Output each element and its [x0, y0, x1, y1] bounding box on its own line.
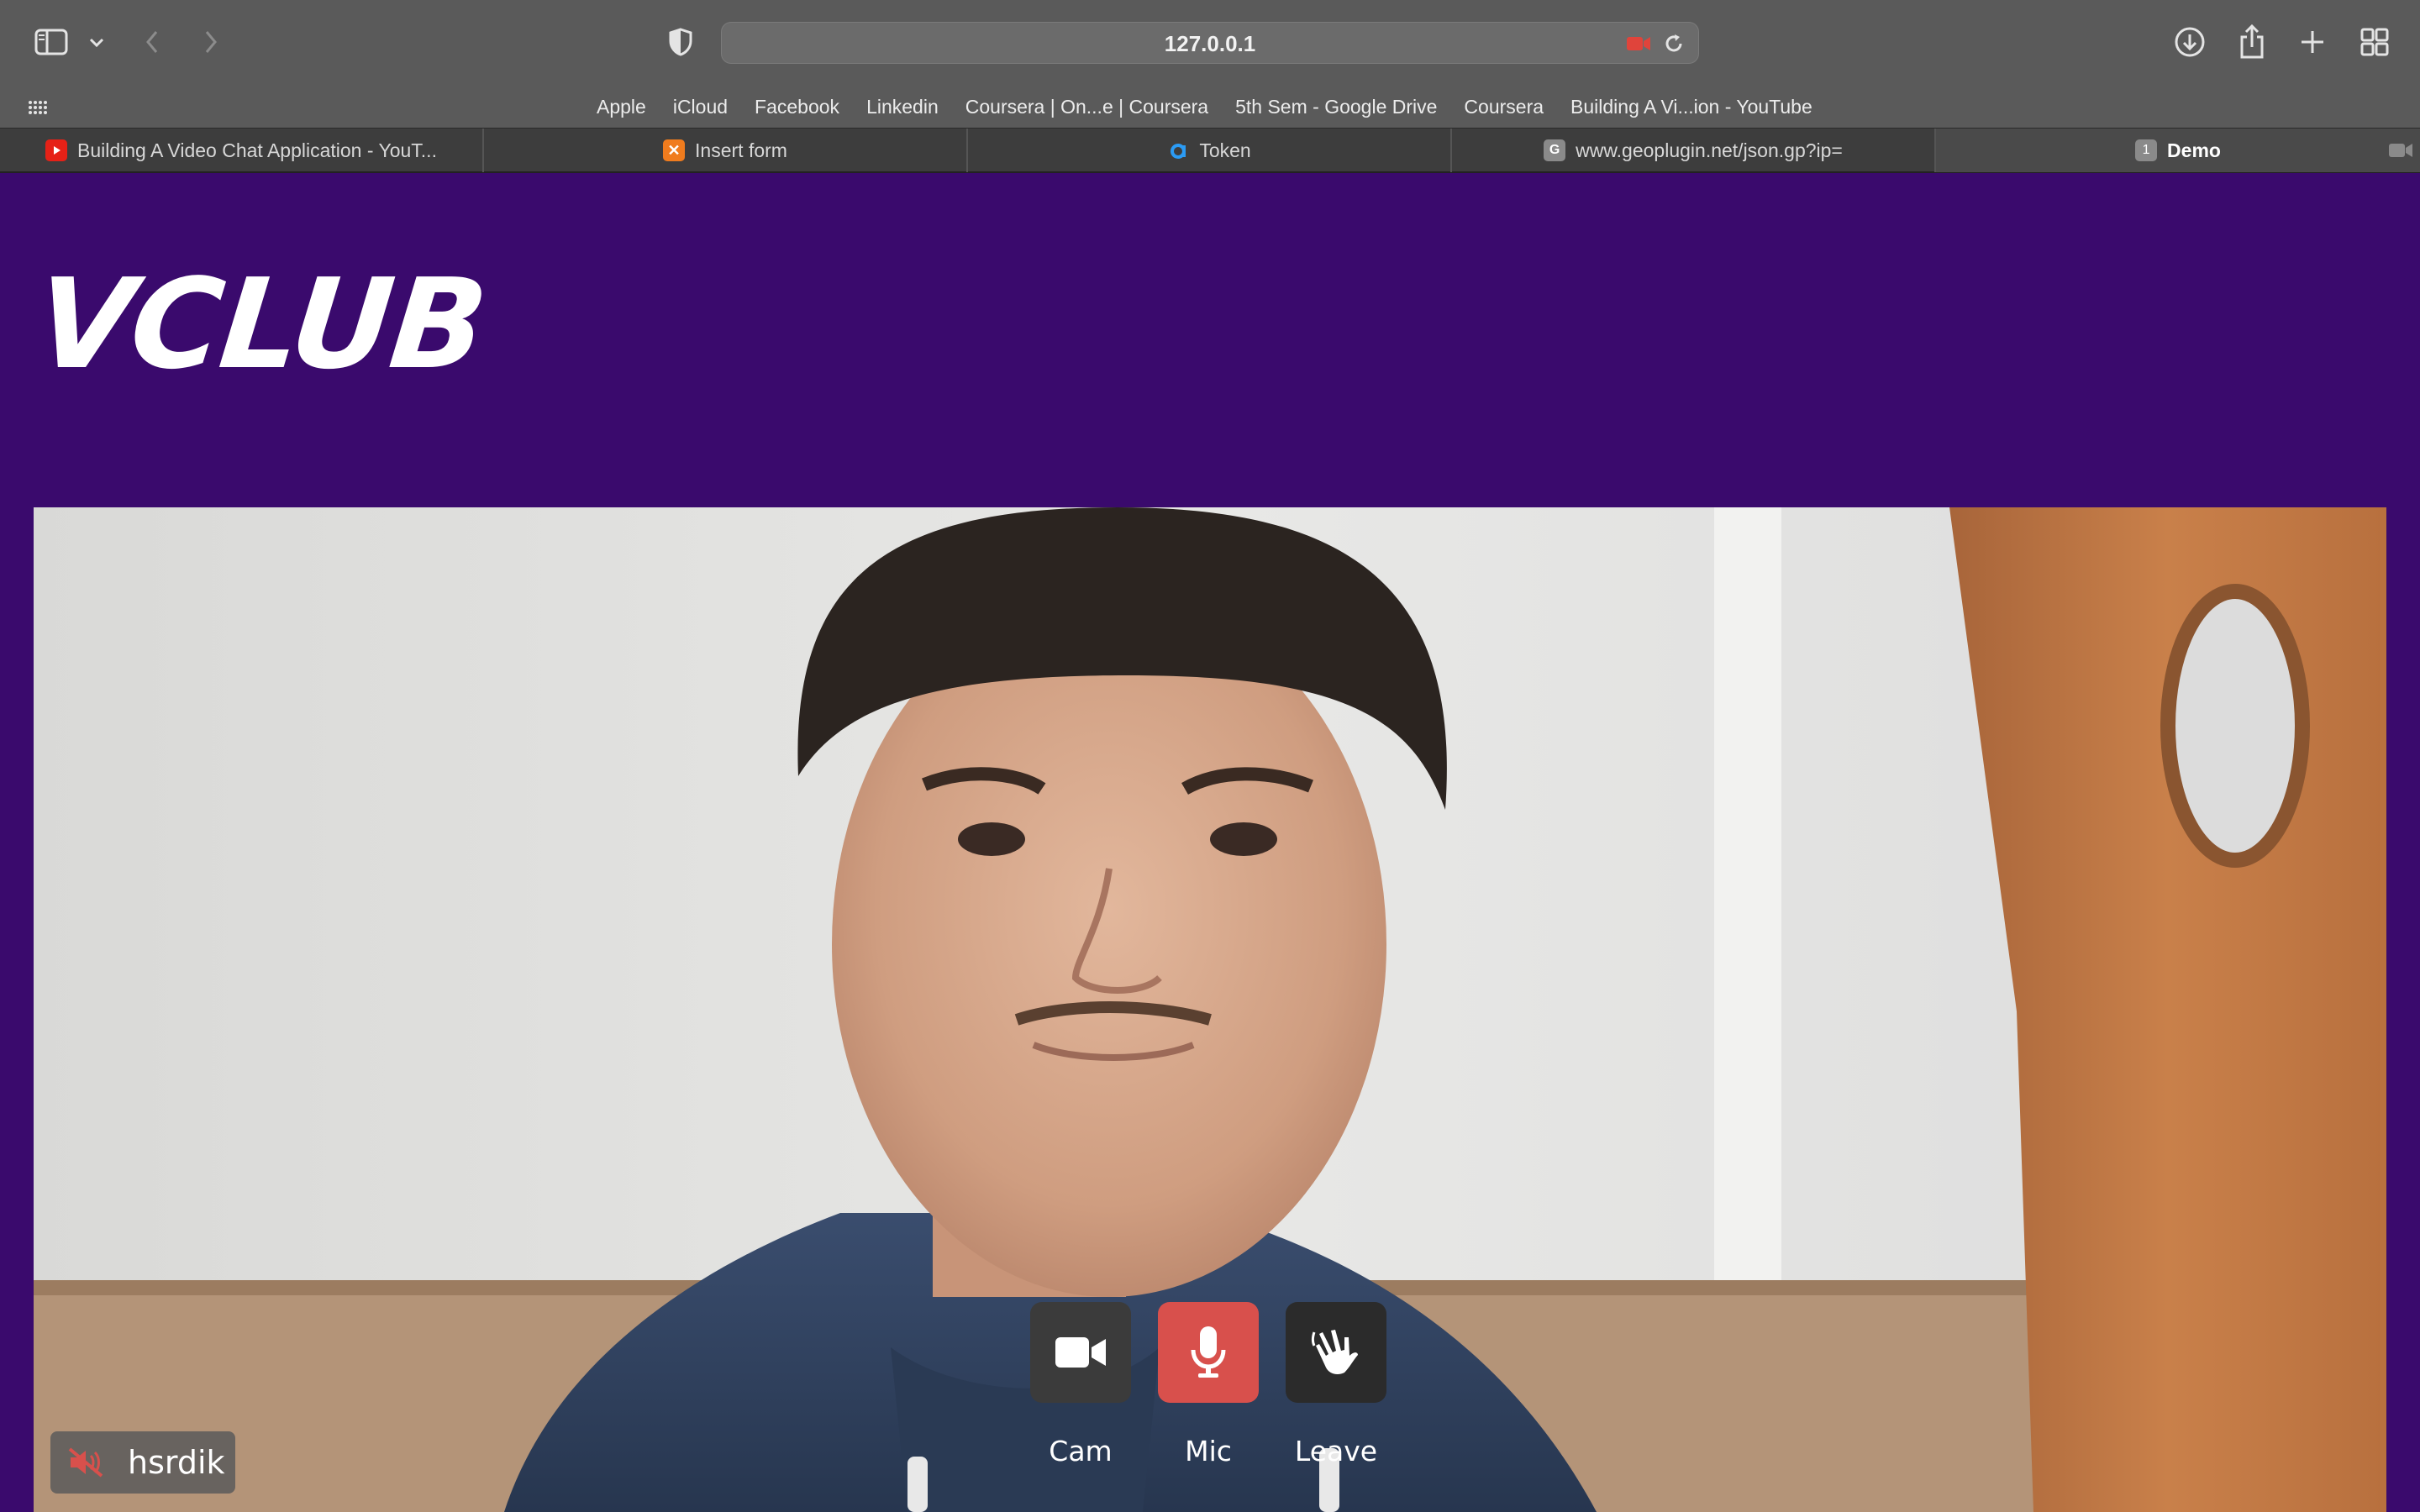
- cam-button[interactable]: [1030, 1302, 1131, 1403]
- forward-icon[interactable]: [198, 27, 224, 57]
- sidebar-toggle-icon[interactable]: [32, 25, 71, 59]
- video-camera-icon: [1055, 1337, 1106, 1368]
- tab-title: www.geoplugin.net/json.gp?ip=: [1576, 139, 1843, 161]
- participant-nametag: hsrdik: [50, 1431, 235, 1494]
- back-icon[interactable]: [139, 27, 165, 57]
- favorite-apple[interactable]: Apple: [597, 96, 646, 118]
- favorite-linkedin[interactable]: Linkedin: [866, 96, 939, 118]
- privacy-shield-icon[interactable]: [664, 25, 697, 59]
- tab-token[interactable]: Token: [968, 129, 1452, 172]
- tab-title: Demo: [2167, 139, 2221, 161]
- leave-control: Leave: [1286, 1302, 1386, 1467]
- app-logo: VCLUB: [29, 252, 492, 396]
- favorite-google-drive[interactable]: 5th Sem - Google Drive: [1235, 96, 1437, 118]
- microphone-icon: [1191, 1326, 1226, 1378]
- reload-icon[interactable]: [1661, 31, 1686, 56]
- url-text: 127.0.0.1: [1164, 31, 1256, 56]
- leave-button[interactable]: [1286, 1302, 1386, 1403]
- tab-title: Insert form: [695, 139, 787, 161]
- favorites-grid-icon[interactable]: [25, 96, 49, 119]
- mic-label: Mic: [1185, 1435, 1232, 1467]
- tab-title: Building A Video Chat Application - YouT…: [77, 139, 437, 161]
- favorite-facebook[interactable]: Facebook: [755, 96, 839, 118]
- leave-label: Leave: [1294, 1435, 1378, 1467]
- favorite-icloud[interactable]: iCloud: [673, 96, 728, 118]
- number-badge: 1: [2135, 139, 2158, 161]
- tab-bar: Building A Video Chat Application - YouT…: [0, 128, 2420, 173]
- tab-demo[interactable]: 1 Demo: [1936, 129, 2420, 172]
- tab-title: Token: [1199, 139, 1251, 161]
- address-bar[interactable]: 127.0.0.1: [721, 22, 1699, 64]
- youtube-icon: [45, 139, 68, 161]
- agora-icon: [1167, 139, 1189, 161]
- muted-speaker-icon: [68, 1447, 103, 1478]
- new-tab-icon[interactable]: [2296, 25, 2329, 59]
- favorite-youtube-video[interactable]: Building A Vi...ion - YouTube: [1570, 96, 1812, 118]
- tab-camera-icon: [2386, 140, 2415, 160]
- browser-toolbar: 127.0.0.1: [0, 0, 2420, 84]
- letter-g-icon: G: [1544, 139, 1566, 161]
- xampp-icon: ✕: [663, 139, 686, 161]
- cam-control: Cam: [1030, 1302, 1131, 1467]
- waving-hand-icon: [1312, 1330, 1358, 1374]
- share-icon[interactable]: [2235, 22, 2269, 60]
- downloads-icon[interactable]: [2171, 24, 2208, 60]
- mic-button[interactable]: [1158, 1302, 1259, 1403]
- call-controls: Cam Mic Leave: [1030, 1302, 1386, 1467]
- favorites-bar: Apple iCloud Facebook Linkedin Coursera …: [0, 84, 2420, 129]
- participant-name: hsrdik: [128, 1444, 225, 1481]
- cam-label: Cam: [1049, 1435, 1113, 1467]
- tab-overview-icon[interactable]: [2358, 25, 2391, 59]
- favorite-coursera-online[interactable]: Coursera | On...e | Coursera: [965, 96, 1208, 118]
- favorite-coursera[interactable]: Coursera: [1464, 96, 1544, 118]
- tab-youtube[interactable]: Building A Video Chat Application - YouT…: [0, 129, 484, 172]
- mic-control: Mic: [1158, 1302, 1259, 1467]
- camera-recording-icon[interactable]: [1624, 31, 1653, 56]
- chevron-down-icon[interactable]: [84, 30, 109, 55]
- tab-insert-form[interactable]: ✕ Insert form: [484, 129, 968, 172]
- tab-geoplugin[interactable]: G www.geoplugin.net/json.gp?ip=: [1452, 129, 1936, 172]
